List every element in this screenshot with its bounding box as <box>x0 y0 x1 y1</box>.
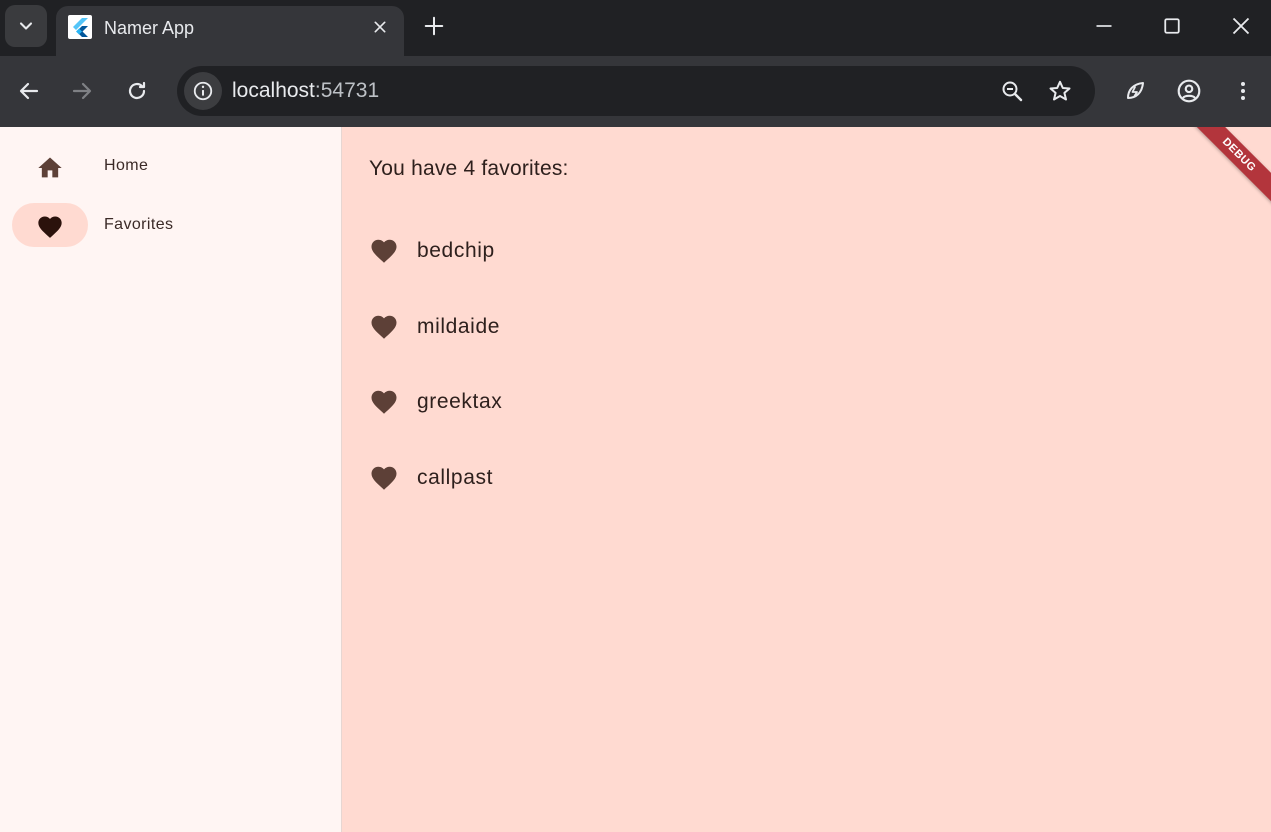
tab-close-icon[interactable] <box>368 15 392 39</box>
navigation-rail: Home Favorites <box>0 127 341 832</box>
browser-tab[interactable]: Namer App <box>56 6 404 56</box>
favorite-heart-icon <box>369 312 399 342</box>
arrow-right-icon <box>72 82 92 100</box>
more-vertical-icon <box>1241 82 1245 100</box>
favorite-heart-icon <box>36 213 64 241</box>
favorite-heart-icon <box>369 463 399 493</box>
profile-button[interactable] <box>1174 76 1204 106</box>
nav-label-favorites: Favorites <box>104 216 174 233</box>
favorite-list-item[interactable]: mildaide <box>342 306 1271 366</box>
favorite-word: greektax <box>417 390 503 413</box>
close-window-button[interactable] <box>1227 12 1255 40</box>
zoom-icon[interactable] <box>997 76 1027 106</box>
extension-button[interactable] <box>1120 76 1150 106</box>
minimize-button[interactable] <box>1090 12 1118 40</box>
browser-tab-strip: Namer App <box>0 0 1271 56</box>
favorite-word: mildaide <box>417 315 501 338</box>
favorite-word: bedchip <box>417 239 495 262</box>
favorite-list-item[interactable]: bedchip <box>342 230 1271 290</box>
browser-toolbar: localhost:54731 <box>0 56 1271 127</box>
url-text[interactable]: localhost:54731 <box>232 79 379 103</box>
close-icon <box>1232 17 1250 35</box>
new-tab-button[interactable] <box>420 12 448 40</box>
favorite-word: callpast <box>417 466 494 489</box>
performance-leaf-icon <box>1127 82 1144 99</box>
tab-title: Namer App <box>104 18 195 38</box>
plus-icon <box>424 16 444 36</box>
browser-menu-button[interactable] <box>1228 76 1258 106</box>
favorite-list-item[interactable]: greektax <box>342 381 1271 441</box>
home-icon <box>36 154 64 182</box>
favorites-count-header: You have 4 favorites: <box>369 157 569 180</box>
nav-item-favorites[interactable]: Favorites <box>0 199 341 255</box>
reload-button[interactable] <box>122 76 152 106</box>
debug-banner: DEBUG <box>1182 127 1271 212</box>
info-icon <box>193 81 213 101</box>
arrow-left-icon <box>19 82 39 100</box>
favorite-list-item[interactable]: callpast <box>342 457 1271 517</box>
tab-search-button[interactable] <box>5 5 47 47</box>
url-port: :54731 <box>314 79 380 102</box>
favorite-heart-icon <box>369 387 399 417</box>
reload-icon <box>128 81 146 100</box>
forward-button[interactable] <box>67 76 97 106</box>
account-circle-icon <box>1177 79 1201 103</box>
minimize-icon <box>1096 25 1112 27</box>
back-button[interactable] <box>14 76 44 106</box>
nav-item-home[interactable]: Home <box>0 140 341 196</box>
site-info-button[interactable] <box>184 72 222 110</box>
address-bar[interactable]: localhost:54731 <box>177 66 1095 116</box>
maximize-icon <box>1164 18 1180 34</box>
nav-label-home: Home <box>104 157 149 174</box>
maximize-button[interactable] <box>1158 12 1186 40</box>
favorites-page: You have 4 favorites: bedchip mildaide g… <box>342 127 1271 832</box>
favorite-heart-icon <box>369 236 399 266</box>
url-host: localhost <box>232 79 315 102</box>
chevron-down-icon <box>19 22 33 30</box>
bookmark-star-icon[interactable] <box>1045 76 1075 106</box>
app-area: Home Favorites You have 4 favorites: bed… <box>0 127 1271 832</box>
flutter-favicon-icon <box>68 15 92 39</box>
